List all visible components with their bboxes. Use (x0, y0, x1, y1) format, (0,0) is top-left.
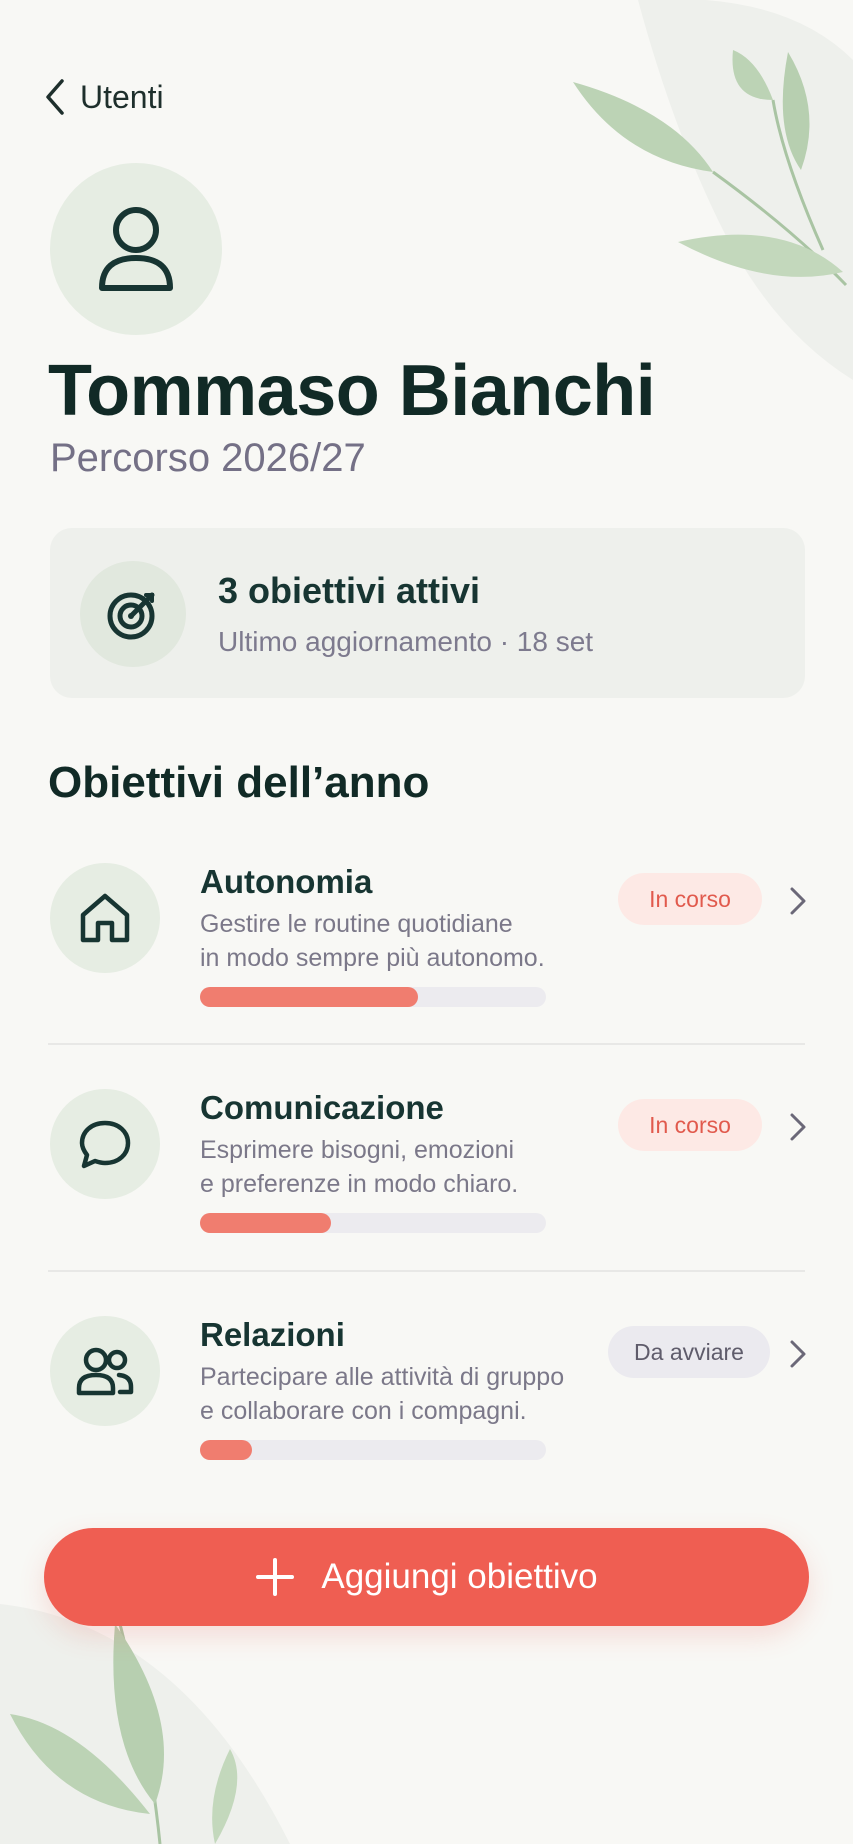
goal-title: Relazioni (200, 1316, 345, 1353)
back-button[interactable]: Utenti (44, 72, 164, 122)
goal-description: Esprimere bisogni, emozioni e preferenze… (200, 1133, 580, 1201)
chevron-right-icon (790, 887, 806, 915)
goal-icon-circle (50, 1316, 160, 1426)
goal-description: Partecipare alle attività di gruppo e co… (200, 1360, 580, 1428)
goal-description-line: Partecipare alle attività di gruppo (200, 1363, 565, 1391)
progress-fill (200, 1440, 252, 1460)
divider (48, 1270, 805, 1272)
progress-bar (200, 987, 546, 1007)
goal-item-relazioni[interactable]: Relazioni Partecipare alle attività di g… (48, 1316, 806, 1516)
chevron-right-icon (790, 1340, 806, 1368)
summary-icon-circle (80, 561, 186, 667)
goal-description: Gestire le routine quotidiane in modo se… (200, 907, 580, 975)
goal-icon-circle (50, 1089, 160, 1199)
progress-bar (200, 1440, 546, 1460)
progress-bar (200, 1213, 546, 1233)
goal-description-line: e collaborare con i compagni. (200, 1397, 527, 1425)
leaves-decoration-bottom (0, 1604, 290, 1844)
goal-description-line: Gestire le routine quotidiane (200, 910, 513, 938)
avatar (50, 163, 222, 335)
summary-title: 3 obiettivi attivi (218, 570, 481, 611)
profile-subtitle: Percorso 2026/27 (50, 436, 366, 480)
back-label: Utenti (80, 78, 164, 115)
chat-bubble-icon (79, 1120, 131, 1169)
goal-description-line: Esprimere bisogni, emozioni (200, 1136, 515, 1164)
divider (48, 1043, 805, 1045)
goal-item-autonomia[interactable]: Autonomia Gestire le routine quotidiane … (48, 863, 806, 1063)
users-icon (76, 1347, 134, 1396)
chevron-left-icon (46, 79, 64, 115)
status-badge: Da avviare (608, 1326, 770, 1378)
add-goal-label: Aggiungi obiettivo (321, 1557, 598, 1596)
profile-name: Tommaso Bianchi (48, 351, 656, 431)
progress-fill (200, 987, 418, 1007)
summary-card: 3 obiettivi attivi Ultimo aggiornamento … (50, 528, 805, 698)
plus-icon (256, 1558, 295, 1596)
progress-fill (200, 1213, 332, 1233)
chevron-right-icon (790, 1113, 806, 1141)
status-badge: In corso (618, 873, 762, 925)
goal-description-line: in modo sempre più autonomo. (200, 944, 545, 972)
home-icon (80, 893, 130, 943)
add-goal-button[interactable]: Aggiungi obiettivo (44, 1528, 809, 1626)
goal-title: Comunicazione (200, 1089, 444, 1126)
status-badge: In corso (618, 1099, 762, 1151)
target-icon (107, 592, 155, 640)
user-icon (99, 207, 173, 291)
goal-item-comunicazione[interactable]: Comunicazione Esprimere bisogni, emozion… (48, 1089, 806, 1289)
goal-description-line: e preferenze in modo chiaro. (200, 1170, 519, 1198)
leaves-decoration-top (573, 0, 853, 380)
goal-title: Autonomia (200, 863, 373, 900)
summary-subtitle: Ultimo aggiornamento · 18 set (218, 626, 594, 657)
goal-icon-circle (50, 863, 160, 973)
section-title: Obiettivi dell’anno (48, 758, 430, 807)
